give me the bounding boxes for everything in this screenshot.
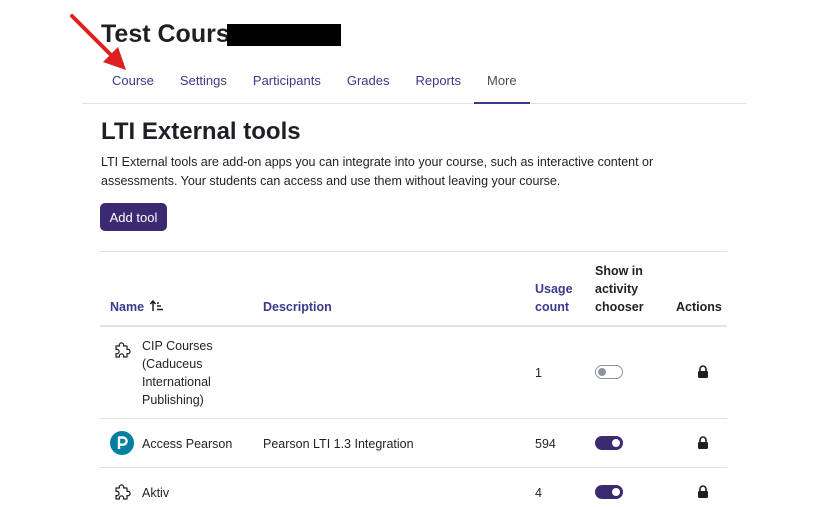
tool-name-line: International: [142, 375, 211, 389]
lock-icon: [698, 365, 708, 378]
tool-name-aktiv: Aktiv: [142, 486, 170, 500]
tool-name-cip-courses: CIP Courses (Caduceus International Publ…: [142, 337, 213, 409]
header-name[interactable]: Name: [110, 298, 164, 316]
header-show-line2: activity: [595, 282, 639, 296]
header-show-line3: chooser: [595, 300, 644, 314]
course-title: Test Course: [101, 20, 244, 48]
course-nav-tabs: Course Settings Participants Grades Repo…: [82, 62, 746, 104]
usage-count: 1: [535, 366, 542, 380]
tab-more[interactable]: More: [474, 62, 530, 104]
header-name-label: Name: [110, 300, 145, 314]
header-show-in-chooser: Show in activity chooser: [595, 262, 644, 316]
tab-grades[interactable]: Grades: [334, 62, 403, 104]
lock-icon: [698, 485, 708, 498]
tab-participants[interactable]: Participants: [240, 62, 334, 104]
page-title: LTI External tools: [101, 118, 301, 145]
page: Test Course Course Settings Participants…: [0, 0, 818, 507]
table-header-border: [100, 325, 727, 327]
header-usage-count[interactable]: Usage count: [535, 280, 573, 316]
row-divider: [100, 467, 727, 468]
show-in-chooser-toggle[interactable]: [595, 436, 623, 450]
table-top-border: [100, 251, 727, 252]
tool-name-line: (Caduceus: [142, 357, 203, 371]
header-description[interactable]: Description: [263, 298, 332, 316]
header-usage-line2: count: [535, 300, 570, 314]
row-divider: [100, 418, 727, 419]
tool-description: Pearson LTI 1.3 Integration: [263, 437, 414, 451]
tool-name-access-pearson: Access Pearson: [142, 437, 233, 451]
show-in-chooser-toggle[interactable]: [595, 485, 623, 499]
tab-reports[interactable]: Reports: [402, 62, 474, 104]
pearson-logo-icon: [110, 431, 134, 455]
sort-ascending-icon: [149, 299, 163, 311]
add-tool-button[interactable]: Add tool: [100, 203, 167, 231]
puzzle-icon: [115, 484, 131, 500]
tool-name-line: Publishing): [142, 393, 204, 407]
header-show-line1: Show in: [595, 264, 643, 278]
puzzle-icon: [115, 342, 131, 358]
header-actions: Actions: [676, 300, 722, 314]
redacted-region: [227, 24, 341, 46]
tool-name-line: CIP Courses: [142, 339, 213, 353]
usage-count: 594: [535, 437, 556, 451]
show-in-chooser-toggle[interactable]: [595, 365, 623, 379]
header-usage-line1: Usage: [535, 282, 573, 296]
page-description: LTI External tools are add-on apps you c…: [101, 155, 654, 188]
usage-count: 4: [535, 486, 542, 500]
tab-course[interactable]: Course: [100, 62, 167, 104]
lock-icon: [698, 436, 708, 449]
tab-settings[interactable]: Settings: [167, 62, 240, 104]
